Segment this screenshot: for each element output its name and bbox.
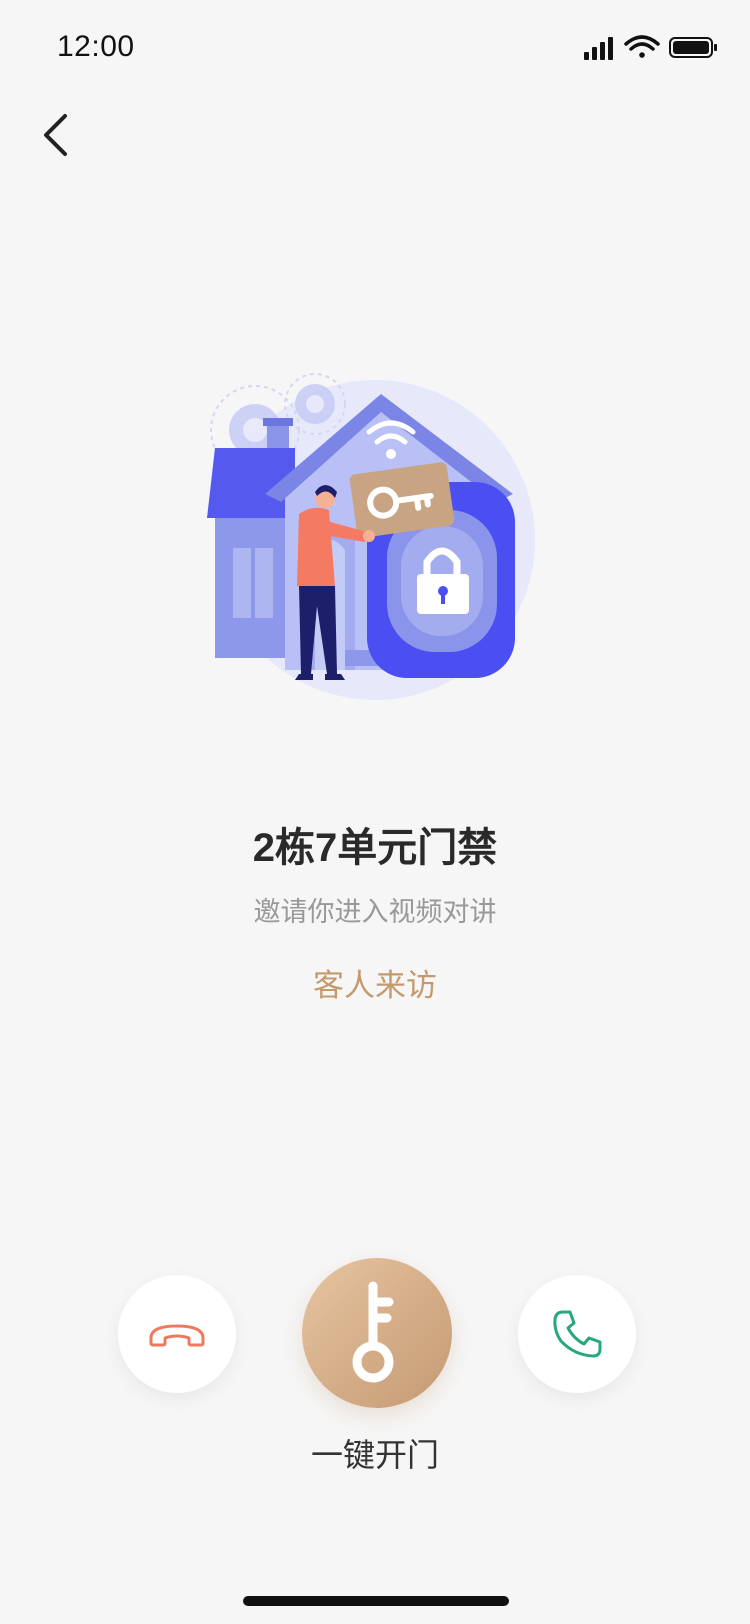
- unlock-door-button[interactable]: [302, 1258, 452, 1408]
- call-subtitle: 邀请你进入视频对讲: [253, 897, 497, 927]
- phone-icon: [553, 1310, 602, 1358]
- battery-icon: [669, 37, 717, 58]
- home-indicator: [243, 1596, 509, 1606]
- signal-icon: [584, 37, 613, 60]
- key-card: [349, 462, 455, 538]
- chevron-left-icon: [44, 114, 67, 156]
- answer-call-button[interactable]: [518, 1275, 636, 1393]
- phone-hangup-icon: [149, 1324, 205, 1347]
- smart-lock-house-illustration: [207, 373, 535, 700]
- wifi-icon: [624, 35, 660, 58]
- status-bar: 12:00: [0, 0, 750, 100]
- page-title: 2栋7单元门禁: [252, 826, 498, 870]
- key-icon: [352, 1281, 394, 1383]
- hangup-button[interactable]: [118, 1275, 236, 1393]
- status-icons: [584, 35, 717, 60]
- back-button[interactable]: [30, 100, 90, 170]
- unlock-label: 一键开门: [310, 1437, 439, 1473]
- visitor-label: 客人来访: [313, 968, 437, 1003]
- status-time: 12:00: [57, 30, 135, 63]
